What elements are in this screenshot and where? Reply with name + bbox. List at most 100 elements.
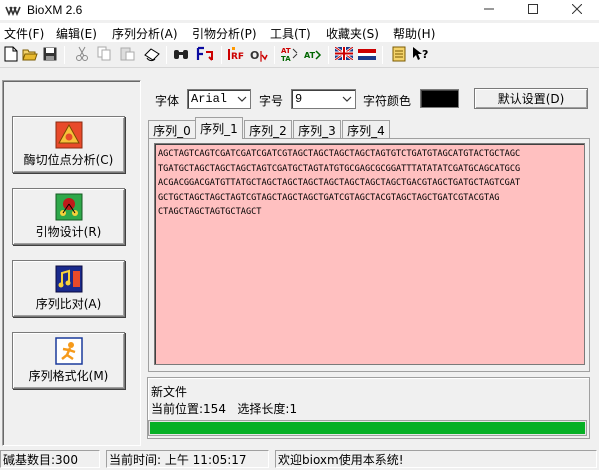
sequence-line: GCTGCTAGCTAGCTAGTCGTAGCTAGCTAGCTGATCGTAG…: [158, 192, 500, 203]
tab-sequence-1[interactable]: 序列_1: [195, 117, 243, 139]
maximize-button[interactable]: [511, 0, 555, 20]
sequence-line: CTAGCTAGCTAGTGCTAGCT: [158, 207, 262, 218]
primer-design-icon: [54, 193, 84, 221]
font-size-select-value: 9: [295, 92, 303, 106]
notepad-icon: [392, 46, 406, 65]
font-color-swatch[interactable]: [420, 89, 459, 108]
svg-text:?: ?: [422, 48, 428, 61]
close-button[interactable]: [555, 0, 599, 20]
tab-sequence-3[interactable]: 序列_3: [293, 120, 341, 139]
copy-button[interactable]: [95, 46, 113, 64]
sequence-line: AGCTAGTCAGTCGATCGATCGATCGTAGCTAGCTAGCTAG…: [158, 149, 521, 159]
menu-edit[interactable]: 编辑(E): [56, 25, 97, 42]
menu-primer-analysis[interactable]: 引物分析(P): [192, 25, 257, 42]
position-value: 154: [203, 402, 226, 416]
left-tool-panel: 酶切位点分析(C) 引物设计(R) 序列比对(A) 序列格式化(M): [2, 80, 141, 446]
tab-sequence-0[interactable]: 序列_0: [148, 120, 196, 139]
open-folder-icon: [22, 47, 38, 64]
sequence-text: AGCTAGTCAGTCGATCGATCGATCGTAGCTAGCTAGCTAG…: [158, 147, 582, 220]
flag-button[interactable]: [358, 46, 376, 64]
current-time: 当前时间: 上午 11:05:17: [106, 450, 269, 468]
notepad-button[interactable]: [390, 46, 408, 64]
rotate-icon: [143, 46, 161, 65]
reverse-complement-button[interactable]: AT TA: [281, 46, 299, 64]
uk-flag-button[interactable]: [334, 45, 354, 64]
sequence-format-icon: [54, 337, 84, 365]
close-icon: [571, 3, 583, 17]
tab-sequence-4[interactable]: 序列_4: [342, 120, 390, 139]
font-size-select[interactable]: 9: [291, 89, 356, 109]
maximize-icon: [528, 3, 538, 17]
paste-icon: [120, 46, 135, 64]
welcome-message: 欢迎bioxm使用本系统!: [275, 450, 597, 468]
base-count: 碱基数目:300: [0, 450, 100, 468]
tab-sequence-2[interactable]: 序列_2: [244, 120, 292, 139]
font-select[interactable]: Arial: [187, 89, 251, 109]
translate-button[interactable]: AT: [304, 46, 322, 64]
primer-design-button[interactable]: 引物设计(R): [12, 188, 125, 245]
rotate-button[interactable]: [143, 46, 161, 64]
sequence-line: TGATGCTAGCTAGCTAGCTAGTCGATGCTAGTATGTGCGA…: [158, 163, 521, 174]
sequence-line: ACGACGGACGATGTTATGCTAGCTAGCTAGCTAGCTAGCT…: [158, 178, 521, 189]
font-label: 字体: [155, 94, 180, 108]
menu-favorites[interactable]: 收藏夹(S): [326, 25, 379, 42]
translate-icon: AT: [304, 46, 322, 65]
enzyme-site-icon: [54, 121, 84, 149]
menu-tools[interactable]: 工具(T): [270, 25, 311, 42]
sequence-align-icon: [54, 265, 84, 293]
toolbar: RF O | AT TA AT ?: [0, 42, 599, 68]
status-bar: 碱基数目:300 当前时间: 上午 11:05:17 欢迎bioxm使用本系统!: [0, 448, 599, 470]
svg-text:O: O: [250, 49, 259, 62]
ol-button[interactable]: O |: [250, 46, 268, 64]
font-color-label: 字符颜色: [363, 94, 412, 108]
selection-label: 选择长度:: [237, 402, 290, 416]
help-pointer-icon: ?: [412, 46, 430, 65]
new-file-icon: [4, 46, 18, 65]
enzyme-site-analysis-button[interactable]: 酶切位点分析(C): [12, 116, 125, 173]
flag-icon: [358, 47, 376, 63]
title-bar: BioXM 2.6: [0, 0, 599, 20]
menu-file[interactable]: 文件(F): [4, 25, 44, 42]
open-folder-button[interactable]: [21, 46, 39, 64]
default-settings-button[interactable]: 默认设置(D): [474, 88, 588, 109]
copy-icon: [97, 46, 112, 64]
position-label: 当前位置:: [151, 402, 204, 416]
menu-help[interactable]: 帮助(H): [393, 25, 435, 42]
find-icon: [173, 47, 189, 64]
sequence-align-label: 序列比对(A): [35, 297, 102, 311]
svg-text:RF: RF: [231, 52, 244, 62]
progress-bar: [148, 420, 587, 436]
font-select-value: Arial: [191, 92, 228, 106]
new-file-button[interactable]: [2, 46, 20, 64]
cut-button[interactable]: [73, 46, 91, 64]
window-title: BioXM 2.6: [27, 3, 83, 17]
primer-design-label: 引物设计(R): [35, 225, 102, 239]
menu-sequence-analysis[interactable]: 序列分析(A): [112, 25, 178, 42]
sequence-editor[interactable]: AGCTAGTCAGTCGATCGATCGATCGTAGCTAGCTAGCTAG…: [154, 143, 585, 365]
help-pointer-button[interactable]: ?: [412, 46, 430, 64]
cursor-info: 当前位置:154 选择长度:1: [151, 400, 297, 417]
ol-icon: O |: [250, 46, 268, 65]
find-next-icon: [196, 46, 214, 65]
selection-value: 1: [289, 402, 298, 416]
bioxm-app-icon: [5, 4, 21, 16]
font-size-label: 字号: [259, 94, 284, 108]
sequence-align-button[interactable]: 序列比对(A): [12, 260, 125, 317]
chevron-down-icon: [236, 93, 248, 105]
svg-text:AT: AT: [281, 47, 291, 55]
enzyme-site-analysis-label: 酶切位点分析(C): [23, 153, 114, 167]
sequence-format-button[interactable]: 序列格式化(M): [12, 332, 125, 389]
sequence-format-label: 序列格式化(M): [28, 369, 109, 383]
orf-icon: RF: [228, 46, 246, 65]
reverse-complement-icon: AT TA: [281, 46, 299, 65]
find-button[interactable]: [172, 46, 190, 64]
find-next-button[interactable]: [196, 46, 214, 64]
orf-button[interactable]: RF: [228, 46, 246, 64]
progress-bar-fill: [150, 422, 585, 434]
paste-button[interactable]: [118, 46, 136, 64]
minimize-icon: [484, 3, 494, 17]
save-button[interactable]: [41, 46, 59, 64]
save-icon: [43, 47, 57, 64]
minimize-button[interactable]: [467, 0, 511, 20]
chevron-down-icon: [341, 93, 353, 105]
